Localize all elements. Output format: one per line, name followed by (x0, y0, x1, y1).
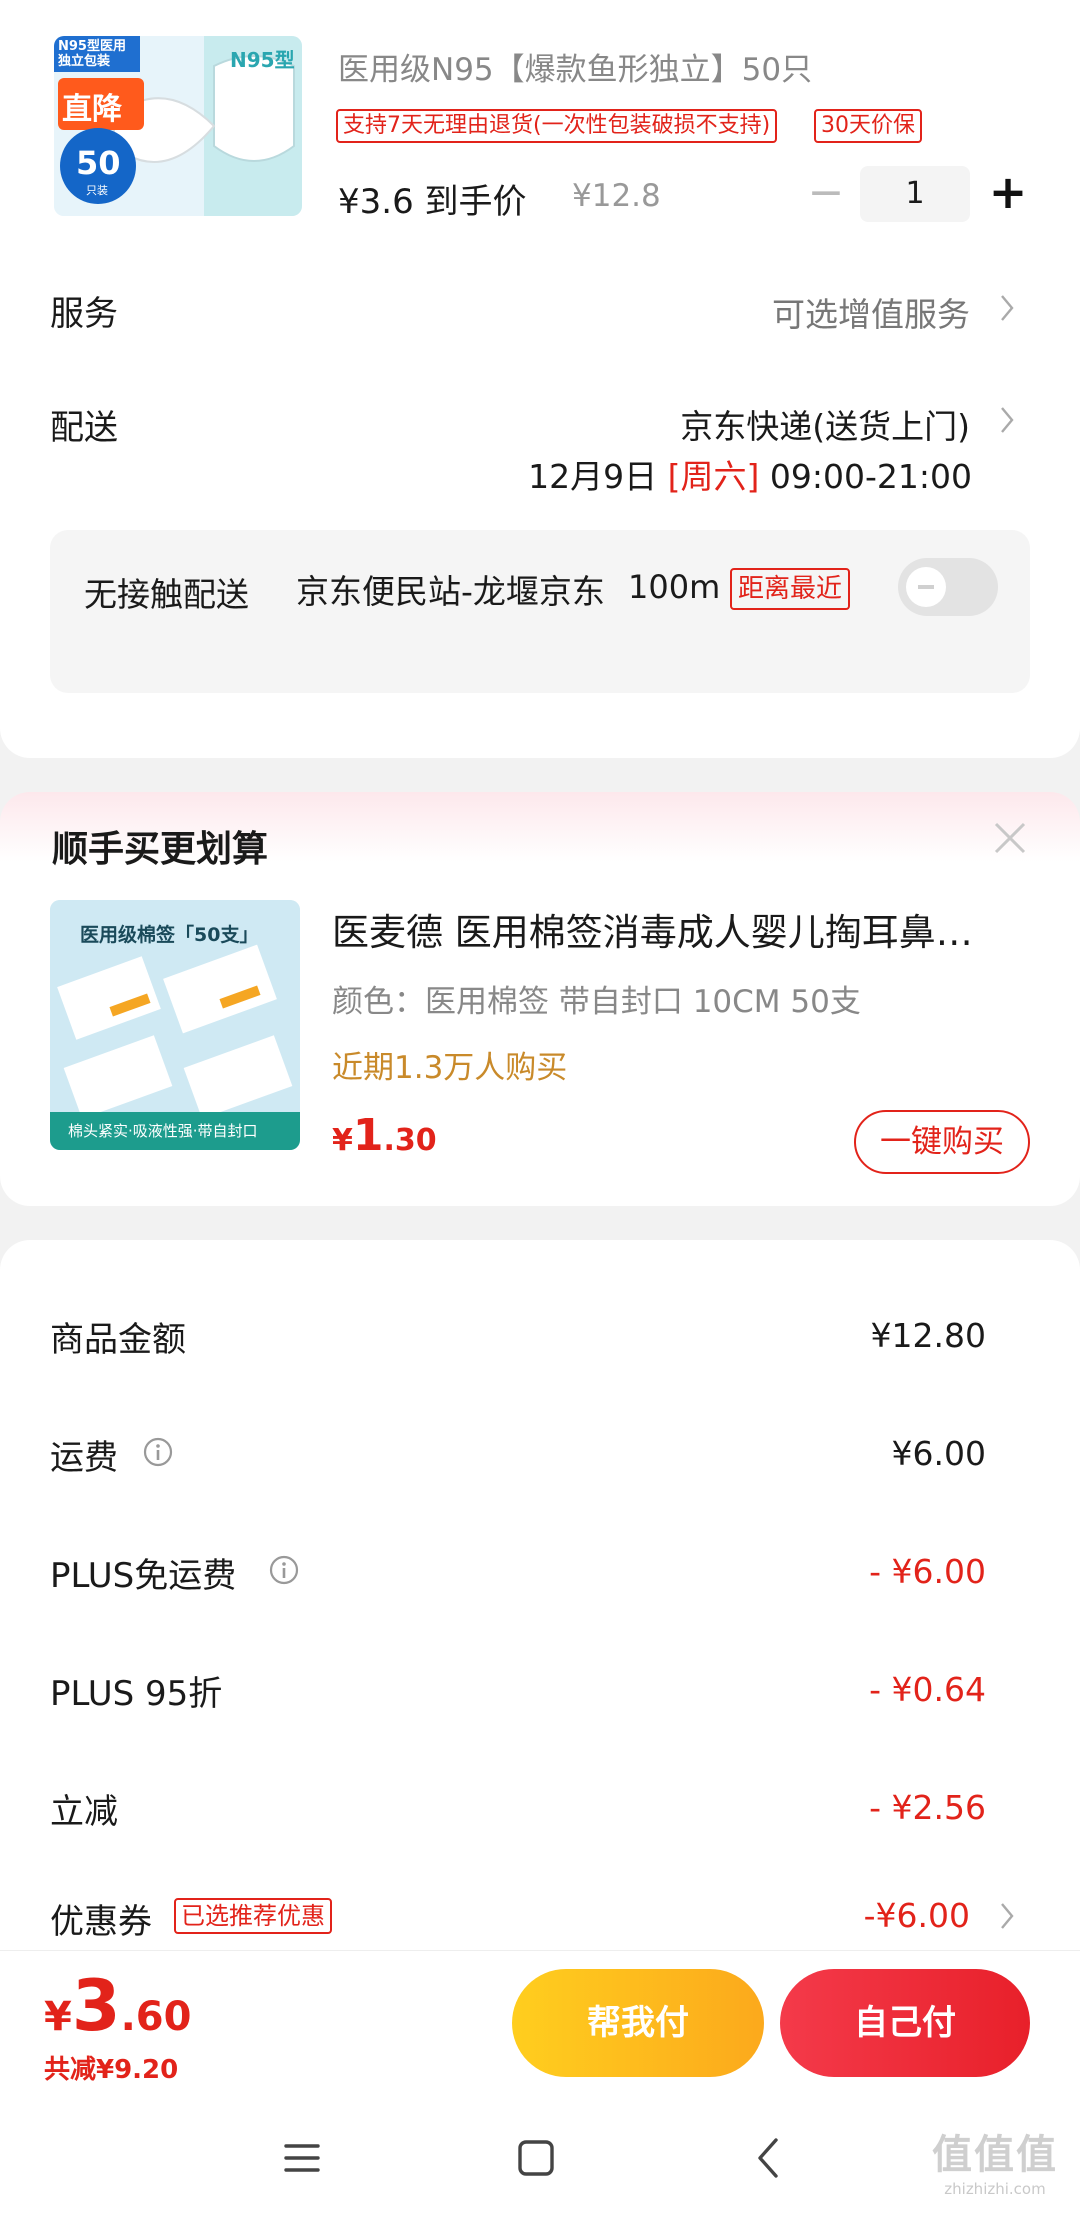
summary-value-plus-free-shipping: - ¥6.00 (869, 1552, 986, 1591)
coupon-recommended-tag: 已选推荐优惠 (174, 1898, 332, 1934)
delivery-method[interactable]: 京东快递(送货上门) (680, 400, 970, 448)
summary-value-shipping: ¥6.00 (891, 1434, 986, 1473)
image-badge-top: N95型医用独立包装 (58, 39, 126, 69)
delivery-date: 12月9日 (528, 457, 658, 496)
image-badge-count: 50 (76, 144, 121, 182)
addon-image-caption-bottom: 棉头紧实·吸液性强·带自封口 (68, 1122, 258, 1140)
total-currency: ¥ (44, 1994, 72, 2040)
total-dec: .60 (120, 1994, 192, 2040)
help-pay-button[interactable]: 帮我付 (512, 1969, 764, 2077)
quantity-input[interactable]: 1 (860, 166, 970, 222)
service-label: 服务 (50, 294, 118, 334)
delivery-time[interactable]: 12月9日 [周六] 09:00-21:00 (528, 450, 972, 498)
addon-title: 顺手买更划算 (52, 829, 269, 870)
coupon-chevron-icon[interactable] (994, 1896, 1020, 1936)
addon-price: ¥1.30 (332, 1110, 437, 1161)
product-image[interactable]: N95型医用独立包装 直降 50 只装 N95型 (54, 36, 302, 216)
addon-recommend-card: 顺手买更划算 医用级棉签「50支」 棉头紧实·吸液性强·带自封口 医麦德 医用棉… (0, 792, 1080, 1206)
price-summary-card: 商品金额 ¥12.80 运费 ¥6.00 PLUS免运费 - ¥6.00 PLU… (0, 1240, 1080, 2000)
quantity-increase-button[interactable]: + (986, 162, 1030, 222)
one-click-buy-button[interactable]: 一键购买 (854, 1110, 1030, 1174)
quantity-decrease-button[interactable]: − (806, 166, 846, 226)
addon-price-int: 1 (352, 1110, 384, 1161)
addon-product-spec: 颜色：医用棉签 带自封口 10CM 50支 (332, 984, 861, 1020)
toggle-knob (906, 567, 946, 607)
summary-value-coupon[interactable]: -¥6.00 (864, 1896, 970, 1935)
delivery-label: 配送 (50, 408, 118, 448)
summary-label-plus-free-shipping: PLUS免运费 (50, 1556, 237, 1596)
addon-sales-count: 近期1.3万人购买 (332, 1050, 568, 1086)
summary-label-instant-discount: 立减 (50, 1792, 118, 1832)
total-int: 3 (71, 1965, 121, 2047)
watermark-url: zhizhizhi.com (944, 2180, 1046, 2198)
back-icon[interactable] (740, 2128, 800, 2188)
summary-label-goods: 商品金额 (50, 1320, 186, 1360)
checkout-bar: ¥3.60 共减¥9.20 帮我付 自己付 (0, 1950, 1080, 2100)
order-item-card: N95型医用独立包装 直降 50 只装 N95型 医用级N95【爆款鱼形独立】5… (0, 0, 1080, 758)
self-pay-button[interactable]: 自己付 (780, 1969, 1030, 2077)
image-badge-unit: 只装 (86, 184, 108, 197)
original-price: ¥12.8 (572, 178, 661, 214)
summary-label-coupon[interactable]: 优惠券 (50, 1894, 152, 1943)
service-chevron-icon[interactable] (994, 288, 1020, 328)
summary-value-instant-discount: - ¥2.56 (869, 1788, 986, 1827)
close-icon[interactable] (990, 818, 1030, 858)
pickup-station-name: 京东便民站-龙堰京东 (296, 572, 605, 611)
addon-price-dec: .30 (383, 1123, 437, 1158)
image-badge-main: 直降 (62, 92, 122, 127)
addon-product-name[interactable]: 医麦德 医用棉签消毒成人婴儿掏耳鼻… (332, 902, 1032, 956)
summary-value-plus-discount: - ¥0.64 (869, 1670, 986, 1709)
price-protect-tag: 30天价保 (814, 109, 922, 143)
plus-shipping-info-icon[interactable] (268, 1554, 300, 1586)
addon-price-currency: ¥ (332, 1123, 353, 1158)
summary-label-plus-discount: PLUS 95折 (50, 1674, 223, 1714)
return-policy-tag: 支持7天无理由退货(一次性包装破损不支持) (336, 109, 778, 143)
addon-image-caption-top: 医用级棉签「50支」 (80, 924, 259, 946)
contactless-label: 无接触配送 (84, 575, 249, 614)
station-distance: 100m (628, 568, 721, 606)
summary-label-shipping: 运费 (50, 1438, 118, 1478)
system-nav-bar (0, 2100, 1080, 2218)
delivery-chevron-icon[interactable] (994, 400, 1020, 440)
site-watermark: 值值值 zhizhizhi.com (920, 2122, 1070, 2198)
summary-value-goods: ¥12.80 (870, 1316, 986, 1355)
addon-product-image[interactable]: 医用级棉签「50支」 棉头紧实·吸液性强·带自封口 (50, 900, 300, 1150)
contactless-delivery-panel: 无接触配送 京东便民站-龙堰京东 100m 距离最近 (50, 530, 1030, 693)
nearest-tag: 距离最近 (730, 568, 851, 610)
final-price: ¥3.6 到手价 (338, 182, 527, 222)
contactless-toggle[interactable] (898, 558, 998, 616)
shipping-info-icon[interactable] (142, 1436, 174, 1468)
total-price: ¥3.60 (44, 1965, 191, 2047)
watermark-logo: 值值值 (932, 2132, 1058, 2178)
service-value[interactable]: 可选增值服务 (772, 288, 970, 336)
delivery-weekday: [周六] (667, 457, 760, 496)
product-title[interactable]: 医用级N95【爆款鱼形独立】50只 (338, 44, 812, 89)
total-saved[interactable]: 共减¥9.20 (44, 2049, 178, 2086)
image-box-label: N95型 (230, 48, 295, 72)
menu-icon[interactable] (272, 2128, 332, 2188)
home-icon[interactable] (506, 2128, 566, 2188)
delivery-time-range: 09:00-21:00 (769, 457, 972, 496)
